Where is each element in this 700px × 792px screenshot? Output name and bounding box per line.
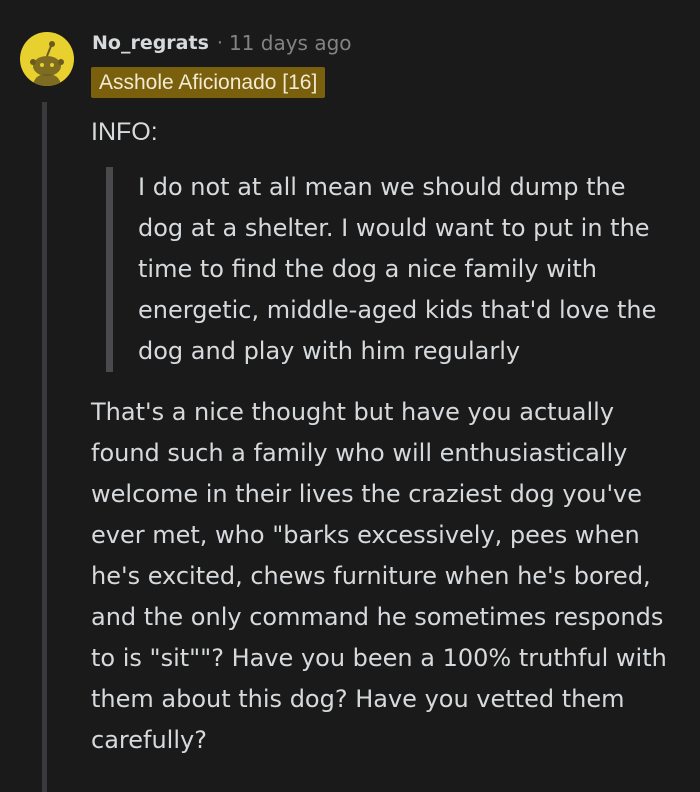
- comment: No_regrats · 11 days ago Asshole Aficion…: [0, 0, 700, 792]
- reply-text: That's a nice thought but have you actua…: [91, 398, 667, 754]
- username-link[interactable]: No_regrats: [92, 32, 209, 54]
- user-flair: Asshole Aficionado [16]: [91, 67, 326, 98]
- meta-separator: ·: [216, 32, 223, 54]
- comment-body: INFO: I do not at all mean we should dum…: [91, 112, 681, 761]
- thread-collapse-line[interactable]: [42, 102, 47, 792]
- comment-meta: No_regrats · 11 days ago: [92, 28, 352, 58]
- user-avatar-icon[interactable]: [20, 32, 74, 86]
- blockquote: I do not at all mean we should dump the …: [106, 167, 678, 372]
- comment-timestamp[interactable]: 11 days ago: [229, 31, 352, 55]
- quote-text: I do not at all mean we should dump the …: [138, 173, 657, 365]
- info-label: INFO:: [91, 118, 158, 146]
